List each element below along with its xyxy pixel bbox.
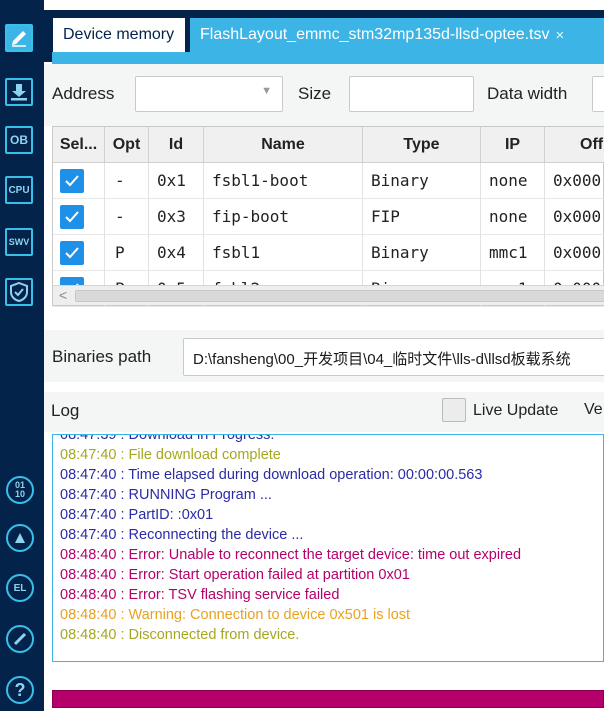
flash-layout-table: Sel... Opt Id Name Type IP Off -0x1 fsbl1…: [52, 126, 604, 307]
log-title: Log: [51, 401, 80, 420]
row-opt-cell: -: [105, 199, 149, 235]
scroll-left-icon[interactable]: <: [59, 287, 67, 303]
log-line: 08:47:39 : Download in Progress:: [60, 434, 275, 443]
row-ip-cell: none: [481, 163, 545, 199]
log-line: 08:47:40 : RUNNING Program ...: [60, 487, 272, 503]
row-ip-cell: none: [481, 199, 545, 235]
log-line: 08:48:40 : Error: TSV flashing service f…: [60, 587, 340, 603]
row-select-cell: [53, 235, 105, 271]
log-line: 08:47:40 : Time elapsed during download …: [60, 467, 483, 483]
log-header: Log Live Update Ve: [44, 392, 604, 432]
column-header-ip-label: IP: [504, 135, 521, 153]
row-name-cell: fsbl1-boot: [204, 163, 363, 199]
address-combobox[interactable]: ▼: [135, 76, 283, 112]
checkmark-icon: [65, 174, 79, 186]
row-type-cell: FIP: [363, 199, 481, 235]
column-header-type[interactable]: Type: [363, 127, 481, 163]
binaries-path-row: Binaries path D:\fansheng\00_开发项目\04_临时文…: [44, 330, 604, 382]
progress-bar: [52, 690, 604, 708]
size-label: Size: [298, 84, 332, 103]
row-offset-cell: 0x000: [545, 235, 604, 271]
close-icon[interactable]: ×: [556, 27, 565, 44]
tab-flash-layout-label: FlashLayout_emmc_stm32mp135d-llsd-optee.…: [200, 26, 550, 43]
column-header-ip[interactable]: IP: [481, 127, 545, 163]
ob-label: OB: [10, 133, 28, 147]
live-update-label: Live Update: [473, 402, 559, 419]
log-scrollbar[interactable]: [601, 435, 603, 661]
row-opt-cell: -: [105, 163, 149, 199]
row-checkbox[interactable]: [60, 168, 84, 193]
download-icon[interactable]: [5, 78, 33, 106]
row-offset-cell: 0x000: [545, 163, 604, 199]
log-line: 08:48:40 : Error: Unable to reconnect th…: [60, 547, 522, 563]
log-panel[interactable]: 08:47:39 : Download in Progress: 08:47:40…: [52, 434, 604, 662]
checkmark-icon: [65, 210, 79, 222]
row-select-cell: [53, 163, 105, 199]
binary-icon[interactable]: 01 10: [6, 476, 34, 504]
column-header-select[interactable]: Sel...: [53, 127, 105, 163]
row-select-cell: [53, 199, 105, 235]
row-type-cell: Binary: [363, 163, 481, 199]
column-header-opt-label: Opt: [112, 135, 141, 153]
chevron-down-icon[interactable]: ▼: [261, 85, 272, 97]
left-toolbar: OB CPU SWV 01 10 EL ?: [0, 0, 44, 711]
binaries-path-label: Binaries path: [52, 347, 152, 366]
edit-icon[interactable]: [5, 24, 33, 52]
row-name-cell: fsbl1: [204, 235, 363, 271]
log-line: 08:48:40 : Error: Start operation failed…: [60, 567, 410, 583]
cpu-label: CPU: [8, 184, 30, 196]
verbosity-label: Ve: [584, 401, 603, 418]
scrollbar-thumb[interactable]: [75, 290, 604, 302]
column-header-offset[interactable]: Off: [545, 127, 604, 163]
horizontal-scrollbar[interactable]: <: [53, 285, 604, 305]
help-icon[interactable]: ?: [6, 676, 34, 704]
row-opt-cell: P: [105, 235, 149, 271]
data-width-select[interactable]: [592, 76, 604, 112]
row-name-cell: fip-boot: [204, 199, 363, 235]
row-checkbox[interactable]: [60, 240, 84, 265]
el-icon[interactable]: EL: [6, 574, 34, 602]
row-offset-cell: 0x000: [545, 199, 604, 235]
column-header-id[interactable]: Id: [149, 127, 204, 163]
progress-fill: [53, 691, 603, 707]
column-header-type-label: Type: [403, 135, 440, 153]
binaries-path-value: D:\fansheng\00_开发项目\04_临时文件\lls-d\llsd板载…: [193, 351, 571, 368]
column-header-opt[interactable]: Opt: [105, 127, 149, 163]
tab-flash-layout[interactable]: FlashLayout_emmc_stm32mp135d-llsd-optee.…: [190, 18, 604, 52]
column-header-id-label: Id: [168, 135, 184, 153]
column-header-select-label: Sel...: [59, 135, 98, 153]
size-input[interactable]: [349, 76, 474, 112]
checkmark-icon: [65, 246, 79, 258]
log-line: 08:48:40 : Warning: Connection to device…: [60, 607, 411, 623]
column-header-name-label: Name: [261, 135, 305, 153]
row-ip-cell: mmc1: [481, 235, 545, 271]
column-header-offset-label: Off: [580, 135, 604, 153]
address-toolbar: Address ▼ Size Data width: [44, 64, 604, 126]
log-line: 08:47:40 : Reconnecting the device ...: [60, 527, 304, 543]
tab-device-memory-label: Device memory: [63, 26, 175, 43]
tab-content-border: [52, 52, 604, 64]
beta-icon[interactable]: [6, 524, 34, 552]
cpu-icon[interactable]: CPU: [5, 176, 33, 204]
log-line: 08:47:40 : File download complete: [60, 447, 281, 463]
ob-icon[interactable]: OB: [5, 126, 33, 154]
link-icon[interactable]: [6, 625, 34, 653]
row-type-cell: Binary: [363, 235, 481, 271]
help-label: ?: [14, 679, 26, 700]
swv-label: SWV: [8, 237, 30, 247]
shield-icon[interactable]: [5, 278, 33, 306]
data-width-label: Data width: [487, 84, 568, 103]
column-header-name[interactable]: Name: [204, 127, 363, 163]
row-id-cell: 0x1: [149, 163, 204, 199]
log-line: 08:48:40 : Disconnected from device.: [60, 627, 300, 643]
row-id-cell: 0x4: [149, 235, 204, 271]
row-id-cell: 0x3: [149, 199, 204, 235]
row-checkbox[interactable]: [60, 204, 84, 229]
log-line: 08:47:40 : PartID: :0x01: [60, 507, 214, 523]
tab-device-memory[interactable]: Device memory: [53, 18, 185, 52]
swv-icon[interactable]: SWV: [5, 228, 33, 256]
live-update-checkbox[interactable]: [442, 398, 466, 422]
address-label: Address: [52, 84, 115, 103]
binaries-path-input[interactable]: D:\fansheng\00_开发项目\04_临时文件\lls-d\llsd板载…: [183, 338, 604, 376]
